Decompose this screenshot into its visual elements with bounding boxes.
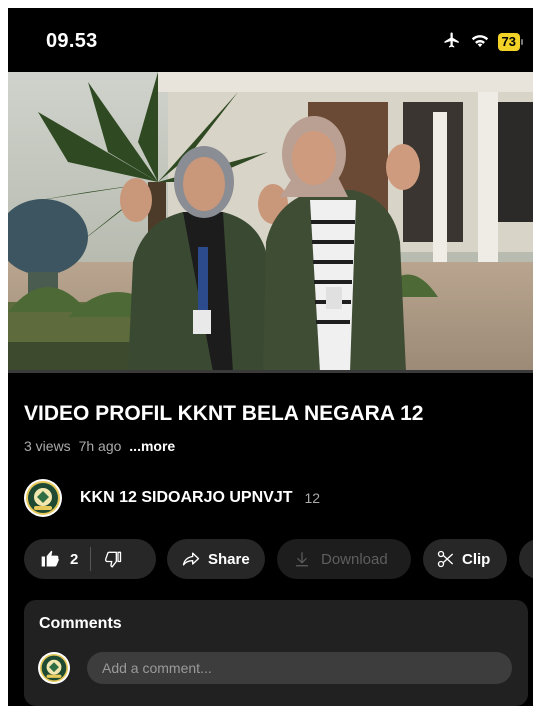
video-player[interactable] [8, 72, 533, 372]
comment-input[interactable] [87, 652, 512, 684]
download-icon [296, 552, 308, 567]
thumbs-down-icon[interactable] [103, 549, 123, 569]
user-avatar [38, 652, 70, 684]
battery-icon: 73 [497, 33, 523, 51]
status-time: 09.53 [46, 30, 98, 52]
upload-age: 7h ago [78, 438, 122, 454]
comments-title: Comments [39, 615, 122, 632]
airplane-icon [442, 31, 462, 54]
thumbs-up-icon [41, 550, 59, 567]
like-count: 2 [70, 550, 79, 568]
wifi-icon [470, 32, 490, 53]
video-frame-image [8, 72, 533, 372]
battery-cap [521, 39, 523, 45]
clip-button[interactable]: Clip [423, 539, 507, 579]
more-actions-button[interactable] [519, 539, 533, 579]
channel-name[interactable]: KKN 12 SIDOARJO UPNVJT [80, 489, 293, 507]
status-bar: 09.53 73 [8, 8, 533, 72]
battery-level: 73 [497, 33, 520, 51]
view-count: 3 views [24, 438, 71, 454]
video-title: VIDEO PROFIL KKNT BELA NEGARA 12 [24, 402, 424, 425]
channel-row[interactable]: KKN 12 SIDOARJO UPNVJT 12 [24, 478, 320, 518]
download-label: Download [321, 550, 388, 568]
status-icons: 73 [442, 32, 523, 52]
comments-panel[interactable]: Comments [24, 600, 528, 706]
scissors-icon [437, 550, 454, 568]
share-label: Share [208, 550, 250, 568]
clip-label: Clip [462, 550, 491, 568]
share-button[interactable]: Share [167, 539, 265, 579]
user-logo-icon [40, 654, 68, 682]
channel-logo-icon [26, 481, 60, 515]
share-icon [182, 552, 200, 566]
download-button[interactable]: Download [277, 539, 411, 579]
video-meta: 3 views 7h ago ...more [24, 438, 175, 454]
subscriber-count: 12 [304, 490, 321, 506]
action-row: 2 Share Download Clip [24, 539, 533, 579]
like-button[interactable]: 2 [40, 549, 78, 569]
channel-avatar[interactable] [24, 479, 62, 517]
like-dislike-pill: 2 [24, 539, 156, 579]
phone-screen: 09.53 73 VIDEO PROFIL KKNT BELA NEGARA 1… [8, 8, 533, 706]
like-divider [90, 547, 92, 571]
more-link[interactable]: ...more [129, 438, 175, 454]
video-progress-bar[interactable] [8, 370, 533, 373]
